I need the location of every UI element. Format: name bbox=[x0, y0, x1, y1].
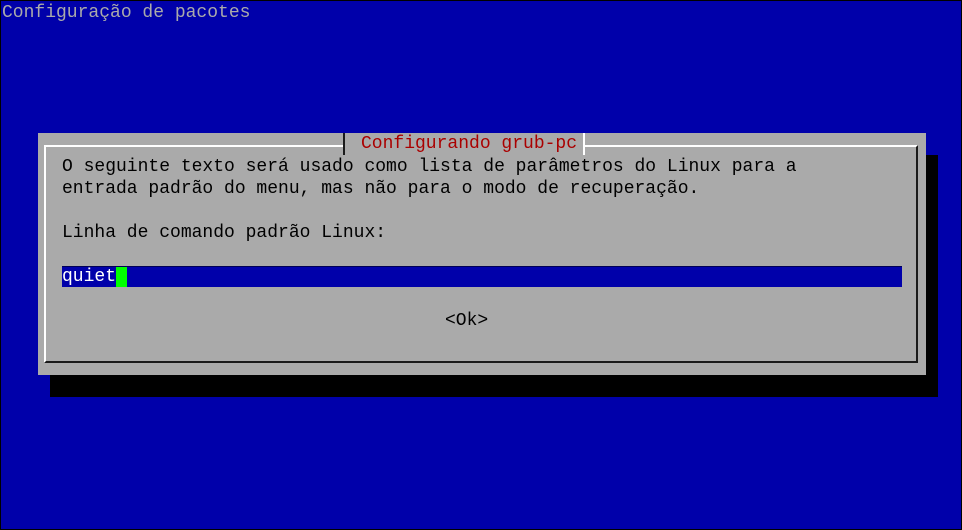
config-dialog: Configurando grub-pc O seguinte texto se… bbox=[38, 133, 926, 375]
input-value: quiet bbox=[62, 267, 117, 287]
text-cursor bbox=[116, 267, 128, 287]
description-line-2: entrada padrão do menu, mas não para o m… bbox=[62, 179, 700, 199]
dialog-title: Configurando grub-pc bbox=[343, 133, 586, 155]
terminal-screen: Configuração de pacotes Configurando gru… bbox=[0, 0, 962, 530]
kernel-cmdline-input[interactable]: quiet bbox=[62, 266, 902, 287]
description-line-1: O seguinte texto será usado como lista d… bbox=[62, 157, 797, 177]
input-prompt: Linha de comando padrão Linux: bbox=[62, 223, 387, 243]
backtitle: Configuração de pacotes bbox=[2, 3, 251, 23]
ok-button[interactable]: <Ok> bbox=[445, 310, 488, 332]
